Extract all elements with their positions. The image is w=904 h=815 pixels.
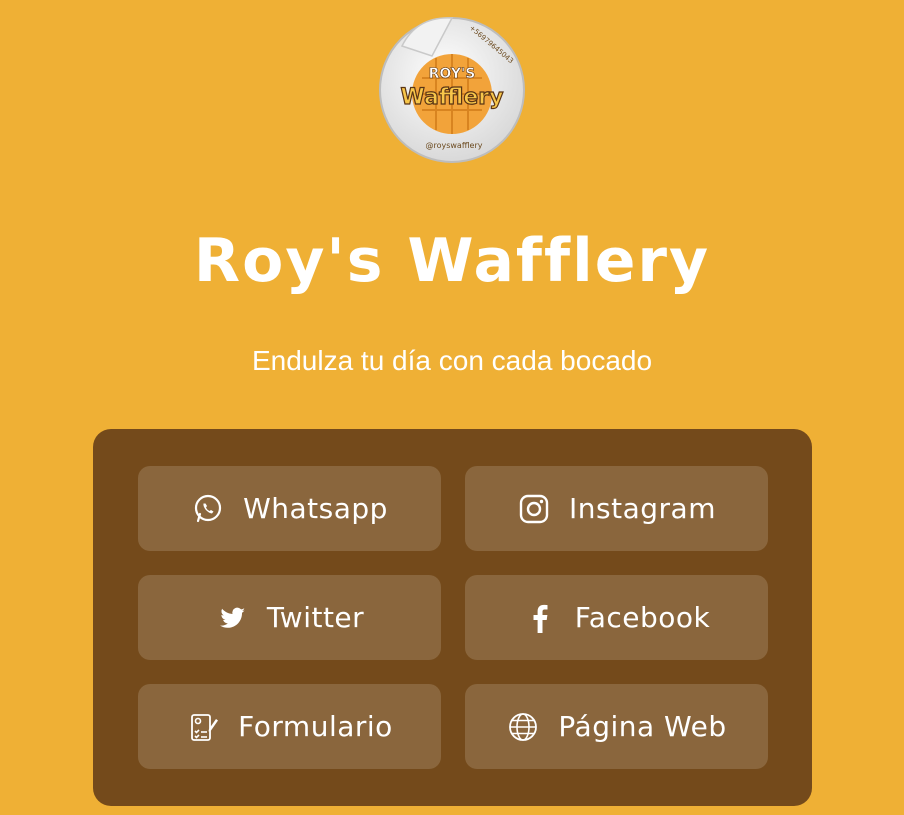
facebook-icon (523, 601, 557, 635)
instagram-label: Instagram (569, 492, 716, 525)
page-subtitle: Endulza tu día con cada bocado (251, 345, 653, 376)
twitter-icon (215, 601, 249, 635)
twitter-label: Twitter (266, 601, 365, 634)
logo-top-text: ROY'S (429, 66, 476, 82)
globe-icon (506, 710, 540, 744)
logo-main-text: Wafflery (401, 85, 504, 110)
form-button[interactable]: Formulario (138, 684, 441, 769)
logo-handle-text: @royswafflery (425, 141, 482, 150)
website-label: Página Web (558, 710, 727, 743)
facebook-label: Facebook (574, 601, 711, 634)
instagram-icon (517, 492, 551, 526)
whatsapp-button[interactable]: Whatsapp (138, 466, 441, 551)
logo-sticker-icon: ROY'S Wafflery +56979645043 @royswaffler… (379, 17, 525, 163)
website-button[interactable]: Página Web (465, 684, 768, 769)
page-title: Roy's Wafflery (193, 226, 711, 296)
form-label: Formulario (238, 710, 393, 743)
whatsapp-icon (191, 492, 225, 526)
brand-logo: ROY'S Wafflery +56979645043 @royswaffler… (372, 6, 532, 166)
twitter-button[interactable]: Twitter (138, 575, 441, 660)
links-panel: Whatsapp Instagram Twitter Facebook Form… (93, 429, 812, 806)
form-icon (186, 710, 220, 744)
whatsapp-label: Whatsapp (243, 492, 388, 525)
facebook-button[interactable]: Facebook (465, 575, 768, 660)
instagram-button[interactable]: Instagram (465, 466, 768, 551)
